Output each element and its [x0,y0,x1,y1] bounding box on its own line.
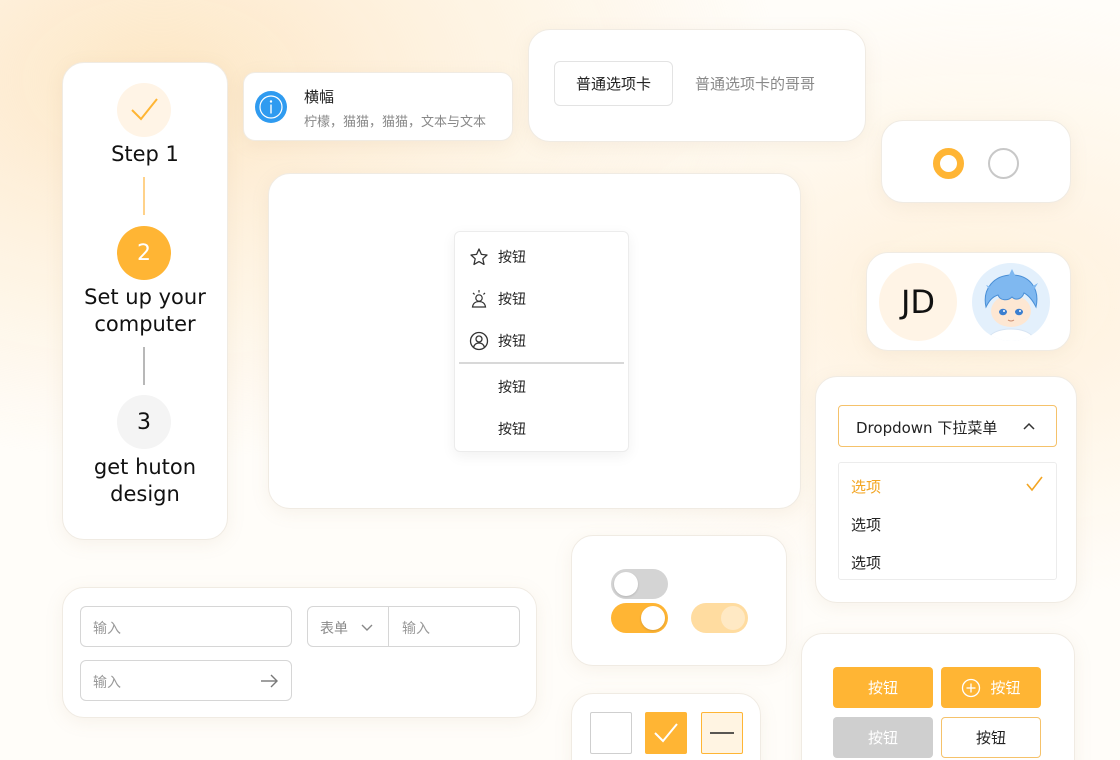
radio-checked[interactable] [933,148,964,179]
step-3-pending-circle[interactable]: 3 [117,395,171,449]
switch-off[interactable] [611,569,668,599]
arrow-right-icon[interactable] [259,672,279,690]
checkbox-indeterminate[interactable] [701,712,743,754]
step-3-title-line-1: get huton [93,455,197,479]
check-icon [1024,474,1044,494]
step-1-done-circle[interactable] [117,83,171,137]
banner-text: 柠檬，猫猫，猫猫，文本与文本 [304,115,487,130]
step-2-title: Set up your computer [63,284,227,338]
option-label: 选项 [851,554,882,572]
avatar-initials[interactable]: JD [879,263,957,341]
dropdown-trigger[interactable]: Dropdown 下拉菜单 [838,405,1057,447]
tab-ordinary-brother[interactable]: 普通选项卡的哥哥 [695,61,815,106]
inputs-card: 输入 表单 输入 输入 [62,587,537,718]
step-2-title-line-2: computer [94,312,196,336]
dropdown-option-selected[interactable]: 选项 [839,465,1056,503]
menu-item-label: 按钮 [498,250,526,266]
menu-item-label: 按钮 [498,334,526,350]
buttons-card: 按钮 按钮 按钮 按钮 [801,633,1075,760]
dropdown-option[interactable]: 选项 [839,503,1056,541]
chevron-down-icon [360,621,374,633]
form-select[interactable]: 表单 [308,607,389,646]
option-label: 选项 [851,478,882,496]
menu-item-label: 按钮 [498,380,526,396]
person-sun-icon [469,289,489,309]
dropdown-card: Dropdown 下拉菜单 选项 选项 选项 [815,376,1077,603]
text-input-with-arrow[interactable]: 输入 [80,660,292,701]
menu-divider [459,362,624,364]
stepper-card: Step 1 2 Set up your computer 3 get huto… [62,62,228,540]
step-3-title-line-2: design [110,482,180,506]
switch-knob [721,606,745,630]
dropdown-options: 选项 选项 选项 [838,462,1057,580]
step-3-title: get huton design [63,454,227,508]
plus-circle-icon [961,678,981,698]
checkboxes-card [571,693,761,760]
radio-unchecked[interactable] [988,148,1019,179]
checkbox-checked[interactable] [645,712,687,754]
info-icon [255,91,287,123]
step-connector [143,177,145,215]
check-icon [128,94,160,126]
step-2-number: 2 [137,240,151,266]
star-icon [469,247,489,267]
dropdown-label: Dropdown 下拉菜单 [856,419,998,437]
radio-card [881,120,1071,203]
menu-item-plain[interactable]: 按钮 [455,367,628,405]
menu-item-person-sun[interactable]: 按钮 [455,279,628,317]
checkbox-unchecked[interactable] [590,712,632,754]
step-1-title: Step 1 [111,142,179,166]
switch-on[interactable] [611,603,668,633]
menu-item-label: 按钮 [498,422,526,438]
check-icon [645,712,687,754]
avatar-card: JD [866,252,1071,351]
menu-item-label: 按钮 [498,292,526,308]
dropdown-option[interactable]: 选项 [839,541,1056,579]
banner: 横幅 柠檬，猫猫，猫猫，文本与文本 [243,72,513,141]
banner-title: 横幅 [304,88,335,106]
user-circle-icon [469,331,489,351]
outline-button[interactable]: 按钮 [941,717,1041,758]
menu-item-plain[interactable]: 按钮 [455,409,628,447]
step-2-title-line-1: Set up your [84,285,206,309]
input-placeholder: 输入 [93,675,121,691]
chevron-up-icon [1022,420,1036,432]
input-placeholder[interactable]: 输入 [402,618,430,638]
menu-item-user[interactable]: 按钮 [455,321,628,359]
context-menu: 按钮 按钮 按钮 按钮 按钮 [454,231,629,452]
anime-avatar-icon[interactable] [972,263,1050,341]
step-3-number: 3 [137,409,151,435]
select-input-group: 表单 输入 [307,606,520,647]
switches-card [571,535,787,666]
add-button-label: 按钮 [990,679,1021,697]
switch-on-disabled [691,603,748,633]
input-placeholder: 输入 [93,621,121,637]
select-value: 表单 [320,621,348,637]
add-button[interactable]: 按钮 [941,667,1041,708]
disabled-button: 按钮 [833,717,933,758]
primary-button[interactable]: 按钮 [833,667,933,708]
switch-knob [641,606,665,630]
tabs-card: 普通选项卡 普通选项卡的哥哥 [528,29,866,142]
step-connector [143,347,145,385]
minus-icon [702,713,742,753]
option-label: 选项 [851,516,882,534]
tab-ordinary[interactable]: 普通选项卡 [554,61,673,106]
text-input[interactable]: 输入 [80,606,292,647]
menu-demo-card: 按钮 按钮 按钮 按钮 按钮 [268,173,801,509]
step-2-active-circle[interactable]: 2 [117,226,171,280]
menu-item-star[interactable]: 按钮 [455,237,628,275]
switch-knob [614,572,638,596]
